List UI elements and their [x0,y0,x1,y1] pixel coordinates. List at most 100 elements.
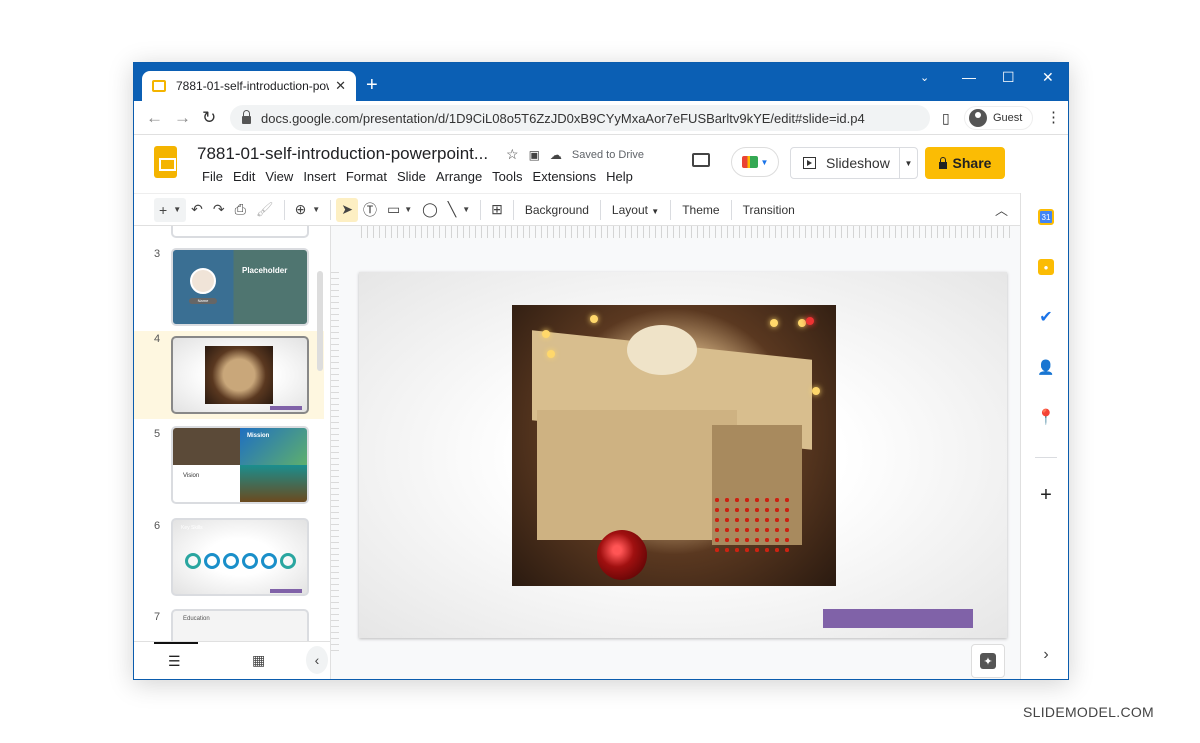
side-panel-icon[interactable]: ▯ [942,110,950,127]
holly-berries [712,495,792,555]
avatar-icon [969,109,987,127]
share-label: Share [952,155,992,171]
reload-button[interactable]: ↻ [202,108,216,128]
transition-button[interactable]: Transition [737,203,801,217]
text-box-icon[interactable]: Ⓣ [358,198,382,222]
move-folder-icon[interactable]: ▣ [529,148,540,162]
explore-button[interactable]: ✦ [971,644,1005,678]
thumb-title: Mission [247,433,270,439]
menu-arrange[interactable]: Arrange [431,169,487,184]
lock-icon [938,156,947,169]
slideshow-button[interactable]: Slideshow [791,148,899,178]
undo-icon[interactable]: ↶ [186,198,208,222]
menu-format[interactable]: Format [341,169,392,184]
filmstrip-item-7[interactable]: 7 Education [134,609,324,641]
browser-menu-icon[interactable]: ⋮ [1046,108,1061,126]
slide-thumbnail[interactable]: Education [171,609,309,641]
comments-icon[interactable] [692,153,710,167]
contacts-icon[interactable]: 👤 [1037,359,1054,375]
menu-file[interactable]: File [197,169,228,184]
slideshow-button-group: Slideshow ▼ [790,147,918,179]
forward-button[interactable]: → [174,108,191,128]
new-slide-button[interactable]: + ▼ [154,197,187,222]
cloud-saved-icon[interactable]: ☁ [550,148,562,162]
keep-icon[interactable]: ● [1038,259,1054,275]
save-status: Saved to Drive [571,148,645,161]
menu-edit[interactable]: Edit [228,169,260,184]
add-comment-icon[interactable]: ⊞ [486,198,508,222]
close-tab-icon[interactable]: ✕ [335,78,346,94]
insert-image-icon[interactable]: ▭ ▼ [382,198,417,222]
hiker-photo [240,465,307,502]
maximize-button[interactable]: ☐ [1002,69,1015,86]
slide-thumbnail[interactable]: Key Skills [171,518,309,596]
chevron-down-icon: ▼ [760,157,769,167]
new-tab-button[interactable]: + [366,73,378,97]
gift-box-front [537,410,737,540]
back-button[interactable]: ← [146,108,163,128]
filmstrip-item-4[interactable]: 4 [134,331,324,419]
collapse-filmstrip-icon[interactable]: ‹ [306,646,328,674]
star-icon[interactable]: ☆ [506,146,519,163]
slide-thumbnail[interactable]: Mission Vision [171,426,309,504]
filmstrip-scrollbar[interactable] [317,271,323,371]
menu-insert[interactable]: Insert [298,169,341,184]
menu-slide[interactable]: Slide [392,169,431,184]
add-addon-icon[interactable]: + [1038,484,1054,506]
profile-button[interactable]: Guest [964,106,1034,130]
url-input[interactable]: docs.google.com/presentation/d/1D9CiL08o… [230,105,930,131]
menu-view[interactable]: View [260,169,298,184]
menu-extensions[interactable]: Extensions [528,169,602,184]
tasks-icon[interactable]: ✔ [1038,309,1054,326]
select-cursor-icon[interactable]: ➤ [336,197,358,222]
accent-bar [270,406,302,410]
meet-button[interactable]: ▼ [731,147,779,177]
slides-favicon-icon [152,80,166,92]
current-slide[interactable] [359,272,1007,638]
expand-panel-icon[interactable]: › [1038,646,1054,663]
grid-view-icon[interactable]: ▦ [252,652,265,669]
menu-tools[interactable]: Tools [487,169,527,184]
slide-canvas[interactable]: ✦ [330,226,1020,679]
calendar-icon[interactable]: 31 [1038,209,1054,225]
paint-format-icon[interactable]: 🖌 [251,198,279,222]
collapse-toolbar-icon[interactable]: ︿ [995,200,1008,219]
tab-search-icon[interactable]: ⌄ [920,71,929,84]
slides-logo-icon[interactable] [154,146,177,178]
line-icon[interactable]: ╲ ▼ [443,198,475,222]
slide-thumbnail-2[interactable] [171,226,309,238]
toolbar: + ▼ ↶ ↷ ⎙ 🖌 ⊕ ▼ ➤ Ⓣ ▭ ▼ ◯ ╲ ▼ ⊞ Backgrou… [134,193,1020,226]
browser-tab[interactable]: 7881-01-self-introduction-power ✕ [142,71,356,101]
filmstrip-item-6[interactable]: 6 Key Skills [134,518,324,600]
theme-button[interactable]: Theme [676,203,725,217]
thumb-title: Key Skills [181,525,203,531]
zoom-icon[interactable]: ⊕ ▼ [290,198,326,222]
slide-number: 5 [154,428,161,440]
redo-icon[interactable]: ↷ [208,198,230,222]
address-bar: ← → ↻ docs.google.com/presentation/d/1D9… [134,101,1068,135]
filmstrip-view-icon[interactable]: ☰ [168,653,181,670]
background-button[interactable]: Background [519,203,595,217]
close-window-button[interactable]: ✕ [1042,69,1054,86]
bokeh-light [770,319,778,327]
menu-bar: File Edit View Insert Format Slide Arran… [197,169,638,184]
accent-bar[interactable] [823,609,973,628]
menu-help[interactable]: Help [601,169,638,184]
print-icon[interactable]: ⎙ [230,198,251,222]
gift-bow [627,325,697,375]
divider [283,199,285,220]
minimize-button[interactable]: — [962,69,976,85]
slide-thumbnail[interactable] [171,336,309,414]
slideshow-dropdown[interactable]: ▼ [899,148,917,178]
filmstrip-item-5[interactable]: 5 Mission Vision [134,426,324,508]
maps-icon[interactable]: 📍 [1037,409,1056,426]
layout-button[interactable]: Layout ▼ [606,203,665,217]
slide-filmstrip: 3 Name Placeholder 4 5 Mission Vision 6 … [134,226,324,641]
document-title[interactable]: 7881-01-self-introduction-powerpoint... [197,144,488,164]
share-button[interactable]: Share [925,147,1005,179]
gift-box-image[interactable] [512,305,836,586]
tab-title: 7881-01-self-introduction-power [176,79,330,93]
shape-icon[interactable]: ◯ [417,198,443,222]
filmstrip-item-3[interactable]: 3 Name Placeholder [134,246,324,338]
slide-thumbnail[interactable]: Name Placeholder [171,248,309,326]
